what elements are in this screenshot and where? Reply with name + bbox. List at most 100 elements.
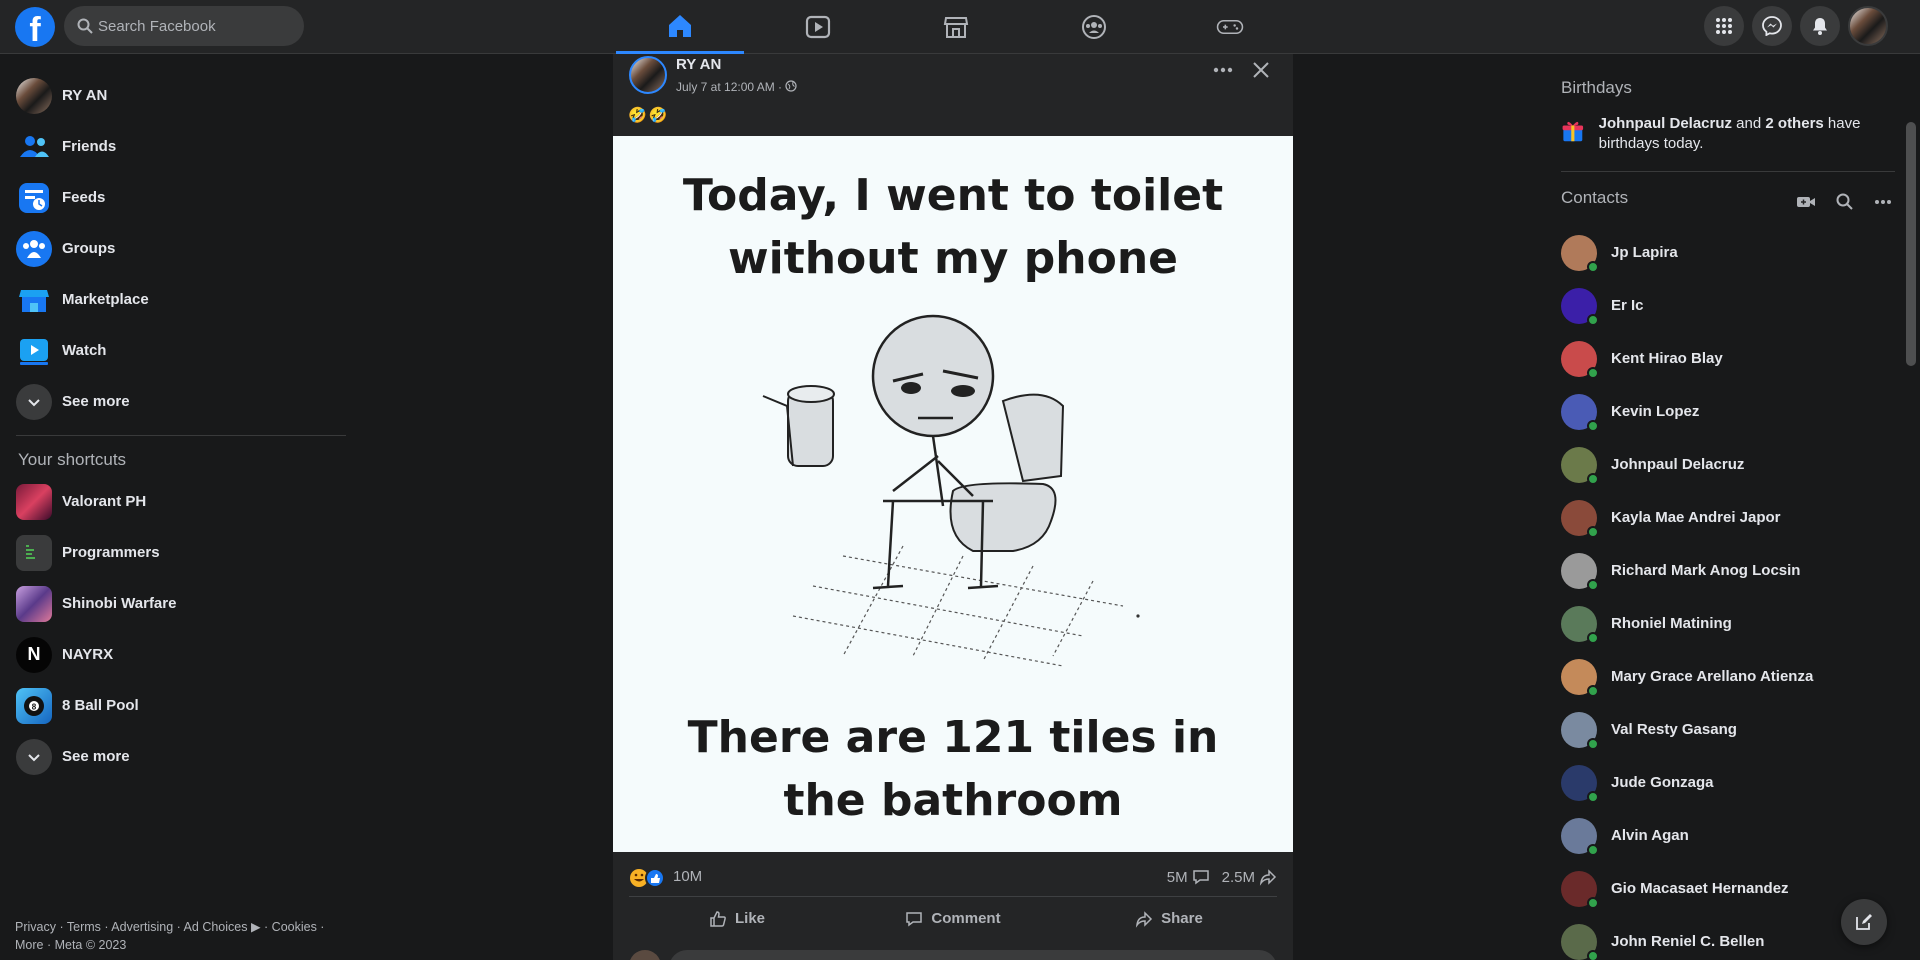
contact-name: John Reniel C. Bellen: [1611, 933, 1765, 950]
online-status-dot: [1587, 790, 1599, 803]
profile-avatar: [16, 77, 52, 114]
tab-groups[interactable]: [1030, 0, 1158, 54]
shortcut-label: NAYRX: [62, 646, 114, 663]
footer-line-2[interactable]: More · Meta © 2023: [15, 936, 335, 954]
shortcut-label: Shinobi Warfare: [62, 595, 177, 612]
contact-avatar: [1561, 923, 1599, 960]
shortcut-nayrx[interactable]: N NAYRX: [8, 629, 348, 680]
messenger-button[interactable]: [1752, 6, 1792, 46]
left-sidebar: RY AN Friends Feeds Groups Marketplace W…: [8, 70, 348, 782]
account-avatar[interactable]: [1848, 6, 1888, 46]
see-more-button[interactable]: See more: [8, 376, 348, 427]
search-box[interactable]: [64, 6, 304, 46]
contact-item[interactable]: Richard Mark Anog Locsin: [1561, 544, 1891, 597]
comment-input[interactable]: [669, 950, 1277, 960]
contact-item[interactable]: Johnpaul Delacruz: [1561, 438, 1891, 491]
tab-watch[interactable]: [754, 0, 882, 54]
notifications-button[interactable]: [1800, 6, 1840, 46]
contact-item[interactable]: Kent Hirao Blay: [1561, 332, 1891, 385]
birthday-and: and: [1732, 115, 1766, 132]
shortcut-shinobi-warfare[interactable]: Shinobi Warfare: [8, 578, 348, 629]
shortcut-8-ball-pool[interactable]: 8 8 Ball Pool: [8, 680, 348, 731]
shares-count[interactable]: 2.5M: [1222, 869, 1255, 886]
comment-label: Comment: [931, 910, 1001, 927]
shortcut-programmers[interactable]: Programmers: [8, 527, 348, 578]
tab-gaming[interactable]: [1166, 0, 1294, 54]
like-button[interactable]: Like: [629, 897, 845, 940]
sidebar-item-groups[interactable]: Groups: [8, 223, 348, 274]
birthday-name[interactable]: Johnpaul Delacruz: [1599, 115, 1732, 132]
post-actions: Like Comment Share: [629, 896, 1277, 940]
birthday-text: Johnpaul Delacruz and 2 others have birt…: [1599, 114, 1891, 154]
post-image[interactable]: Today, I went to toilet without my phone: [613, 136, 1293, 852]
birthday-others[interactable]: 2 others: [1765, 115, 1823, 132]
contact-avatar: [1561, 764, 1599, 803]
contact-item[interactable]: Kevin Lopez: [1561, 385, 1891, 438]
share-button[interactable]: Share: [1061, 897, 1277, 940]
sidebar-item-feeds[interactable]: Feeds: [8, 172, 348, 223]
video-icon: [805, 15, 831, 39]
contact-avatar: [1561, 234, 1599, 273]
reactions-count[interactable]: 10M: [673, 868, 702, 885]
online-status-dot: [1587, 578, 1599, 591]
post-author[interactable]: RY AN: [676, 56, 721, 73]
meme-bottom-text: There are 121 tiles in the bathroom: [613, 706, 1293, 832]
shortcut-label: Valorant PH: [62, 493, 147, 510]
friends-icon: [16, 129, 52, 165]
contact-item[interactable]: Jp Lapira: [1561, 226, 1891, 279]
tab-marketplace[interactable]: [892, 0, 1020, 54]
contact-name: Gio Macasaet Hernandez: [1611, 880, 1789, 897]
more-options-icon[interactable]: [1210, 60, 1236, 80]
search-icon[interactable]: [1835, 192, 1855, 212]
sidebar-item-label: Feeds: [62, 189, 106, 206]
contact-avatar: [1561, 658, 1599, 697]
contact-item[interactable]: Alvin Agan: [1561, 809, 1891, 862]
sidebar-item-watch[interactable]: Watch: [8, 325, 348, 376]
store-icon: [943, 17, 969, 38]
meme-bottom-line-1: There are 121 tiles in: [687, 712, 1219, 763]
contact-item[interactable]: Val Resty Gasang: [1561, 703, 1891, 756]
new-message-button[interactable]: [1841, 899, 1887, 945]
scrollbar[interactable]: [1906, 122, 1916, 366]
menu-button[interactable]: [1704, 6, 1744, 46]
programmers-thumbnail: [16, 534, 52, 571]
see-more-shortcuts-button[interactable]: See more: [8, 731, 348, 782]
more-options-icon[interactable]: [1873, 192, 1893, 212]
online-status-dot: [1587, 472, 1599, 485]
contact-item[interactable]: Kayla Mae Andrei Japor: [1561, 491, 1891, 544]
post-stats: 10M 5M 2.5M: [629, 862, 1277, 892]
thumbs-up-icon: [710, 910, 726, 927]
search-input[interactable]: [98, 6, 298, 46]
messenger-icon: [1762, 16, 1782, 36]
contact-name: Jude Gonzaga: [1611, 774, 1714, 791]
post-timestamp[interactable]: July 7 at 12:00 AM ·: [676, 80, 782, 94]
close-icon[interactable]: [1249, 58, 1273, 82]
sidebar-item-label: Groups: [62, 240, 116, 257]
shortcut-valorant[interactable]: Valorant PH: [8, 476, 348, 527]
facebook-logo[interactable]: f: [15, 7, 55, 47]
divider: [1561, 171, 1895, 172]
footer-line-1[interactable]: Privacy · Terms · Advertising · Ad Choic…: [15, 918, 335, 936]
search-icon: [77, 18, 93, 34]
contact-item[interactable]: Jude Gonzaga: [1561, 756, 1891, 809]
contact-item[interactable]: Gio Macasaet Hernandez: [1561, 862, 1891, 915]
birthday-notice[interactable]: Johnpaul Delacruz and 2 others have birt…: [1561, 114, 1891, 154]
commenter-avatar: [629, 950, 661, 960]
contact-item[interactable]: Mary Grace Arellano Atienza: [1561, 650, 1891, 703]
sidebar-item-profile[interactable]: RY AN: [8, 70, 348, 121]
comments-count[interactable]: 5M: [1167, 869, 1188, 886]
contact-item[interactable]: Rhoniel Matining: [1561, 597, 1891, 650]
tab-home[interactable]: [616, 0, 744, 54]
stick-figure-toilet-drawing: [762, 314, 1140, 667]
footer-links[interactable]: Privacy · Terms · Advertising · Ad Choic…: [15, 918, 335, 954]
video-call-icon[interactable]: [1796, 192, 1816, 212]
contact-item[interactable]: Er Ic: [1561, 279, 1891, 332]
reaction-icons[interactable]: [629, 868, 669, 888]
sidebar-item-marketplace[interactable]: Marketplace: [8, 274, 348, 325]
contact-avatar: [1561, 711, 1599, 750]
sidebar-item-friends[interactable]: Friends: [8, 121, 348, 172]
sidebar-item-label: Marketplace: [62, 291, 149, 308]
comment-button[interactable]: Comment: [845, 897, 1061, 940]
meme-top-text: Today, I went to toilet without my phone: [613, 164, 1293, 290]
author-avatar[interactable]: [629, 56, 667, 94]
